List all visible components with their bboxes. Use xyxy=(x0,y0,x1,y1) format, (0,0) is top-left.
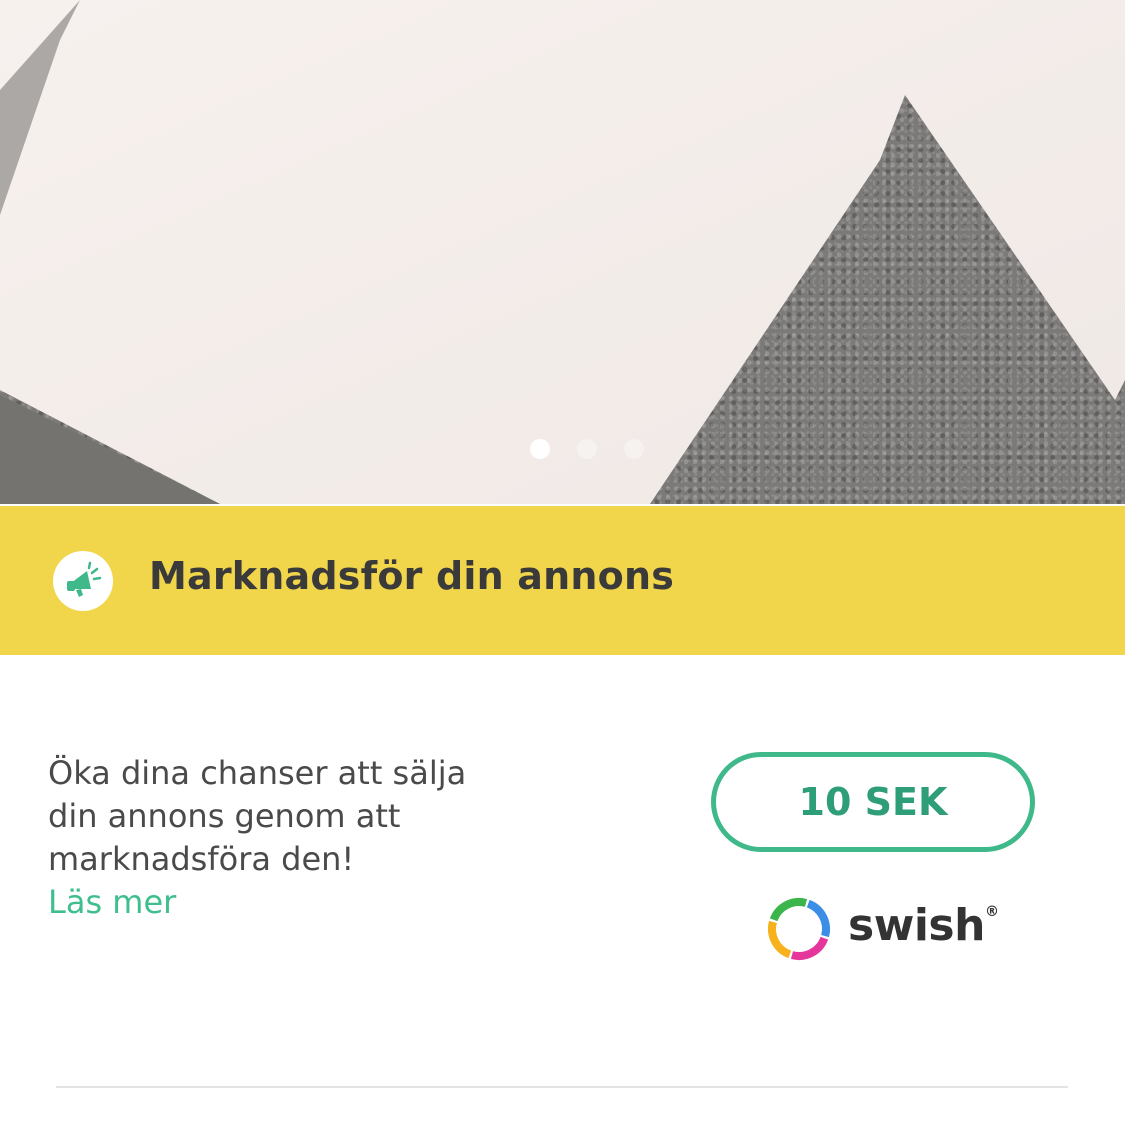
swish-ring-icon xyxy=(768,898,830,960)
megaphone-icon xyxy=(53,551,113,611)
swish-logo: swish® xyxy=(764,893,999,965)
read-more-link[interactable]: Läs mer xyxy=(48,881,176,924)
carousel-indicators xyxy=(0,439,1125,461)
swish-wordmark: swish® xyxy=(848,899,999,951)
carousel-dot[interactable] xyxy=(623,439,644,459)
promote-description: Öka dina chanser att sälja din annons ge… xyxy=(48,754,467,878)
listing-photo[interactable] xyxy=(0,0,1125,504)
carousel-dot[interactable] xyxy=(576,439,597,459)
sweater-image xyxy=(0,0,1125,504)
pay-price-button[interactable]: 10 SEK xyxy=(711,752,1035,852)
promote-title: Marknadsför din annons xyxy=(149,554,675,598)
carousel-dot[interactable] xyxy=(529,439,550,459)
promote-banner[interactable]: Marknadsför din annons xyxy=(0,506,1125,655)
section-divider xyxy=(56,1086,1068,1088)
